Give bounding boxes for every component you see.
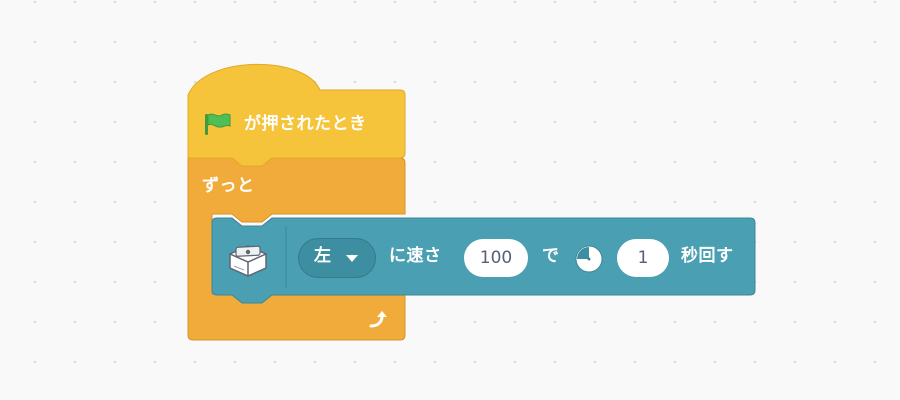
- seconds-label: 秒回す: [681, 246, 734, 266]
- seconds-input[interactable]: 1: [617, 239, 669, 277]
- forever-block-label: ずっと: [202, 176, 255, 196]
- chevron-down-icon: [346, 255, 358, 262]
- speed-input[interactable]: 100: [464, 239, 528, 277]
- de-label: で: [542, 246, 560, 266]
- direction-dropdown-value: 左: [314, 246, 332, 266]
- speed-label: に速さ: [389, 246, 442, 266]
- green-flag-icon: [205, 113, 231, 135]
- script-blocks-canvas: [187, 63, 756, 341]
- loop-arrow-icon: [369, 311, 387, 328]
- direction-dropdown[interactable]: [298, 238, 376, 278]
- clock-icon: [575, 245, 603, 273]
- motor-icon: [229, 245, 267, 277]
- hat-block-label: が押されたとき: [244, 114, 367, 134]
